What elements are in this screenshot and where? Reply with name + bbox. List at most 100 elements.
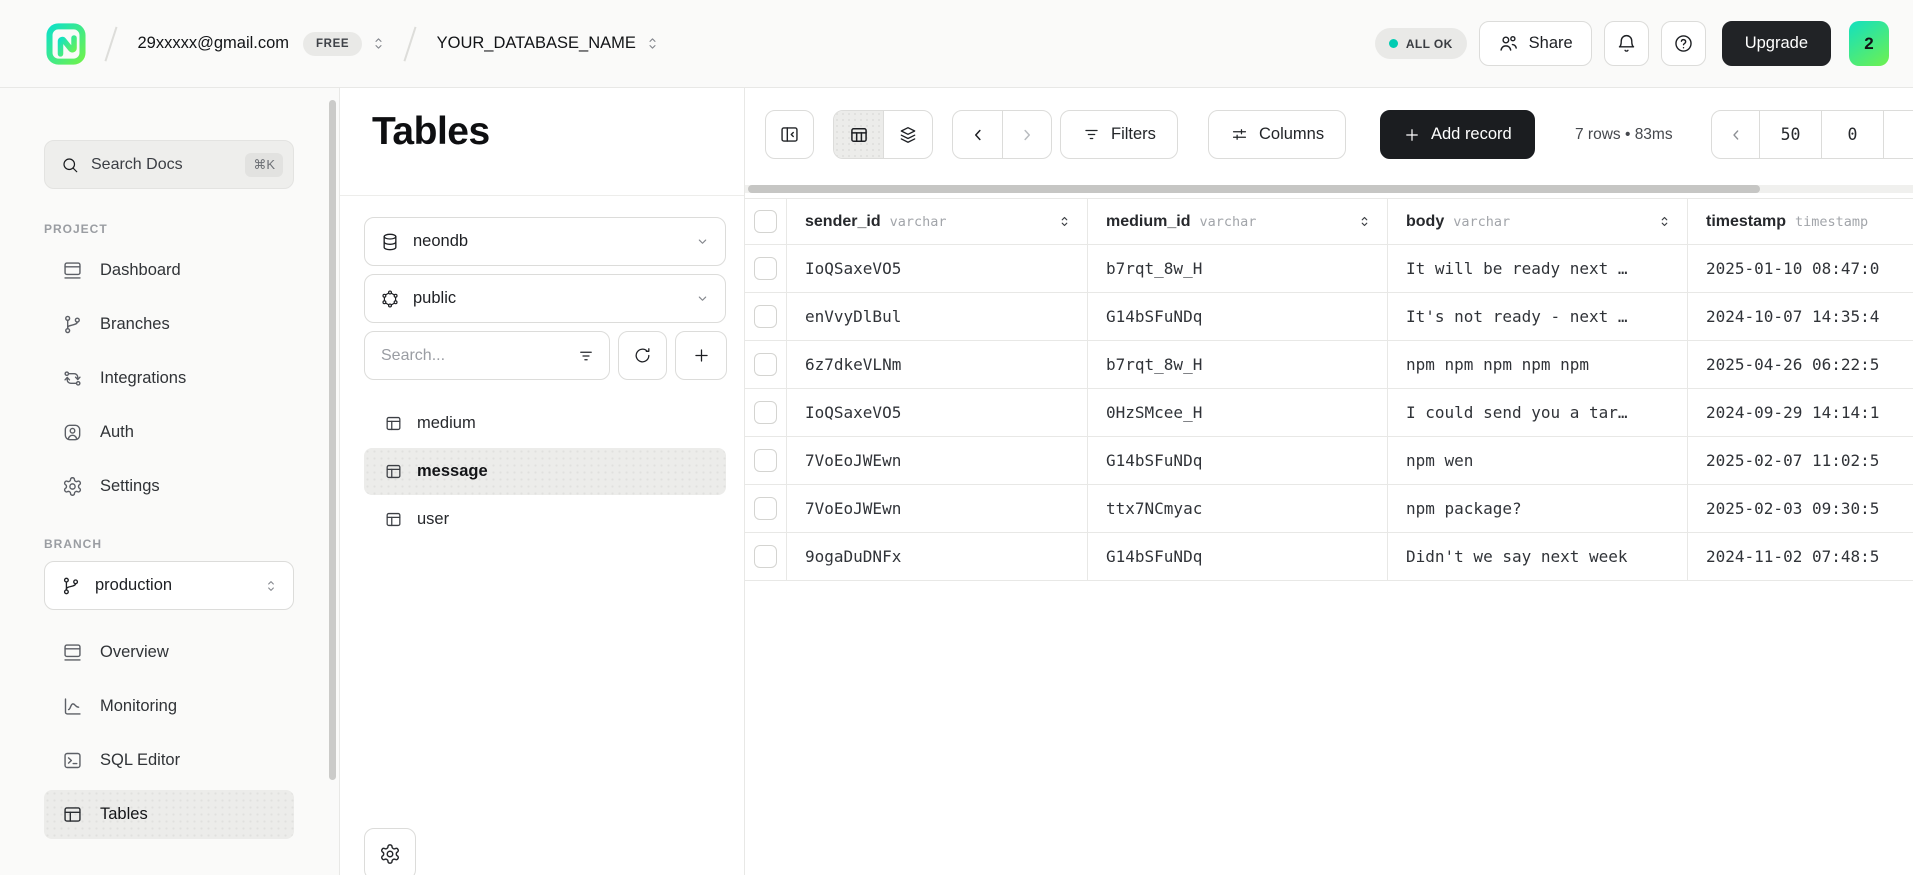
status-badge[interactable]: ALL OK [1375, 28, 1467, 59]
filters-button[interactable]: Filters [1060, 110, 1178, 159]
cell-body[interactable]: It will be ready next … [1388, 245, 1688, 293]
layers-view-button[interactable] [883, 111, 932, 158]
database-selector-icon[interactable] [644, 35, 661, 52]
help-button[interactable] [1661, 21, 1706, 66]
cell-medium-id[interactable]: G14bSFuNDq [1088, 533, 1388, 581]
account-selector-icon[interactable] [370, 35, 387, 52]
database-select[interactable]: neondb [364, 217, 726, 266]
search-docs-button[interactable]: Search Docs ⌘K [44, 140, 294, 189]
cell-body[interactable]: npm wen [1388, 437, 1688, 485]
cell-body[interactable]: Didn't we say next week [1388, 533, 1688, 581]
cell-timestamp[interactable]: 2024-11-02 07:48:5 [1688, 533, 1913, 581]
cell-medium-id[interactable]: b7rqt_8w_H [1088, 341, 1388, 389]
breadcrumb-database[interactable]: YOUR_DATABASE_NAME [437, 34, 636, 53]
cell-medium-id[interactable]: G14bSFuNDq [1088, 293, 1388, 341]
row-checkbox[interactable] [754, 545, 777, 568]
sidebar-item-auth[interactable]: Auth [44, 408, 294, 457]
add-record-button[interactable]: Add record [1380, 110, 1535, 159]
pagination-prev-button[interactable] [1712, 111, 1759, 158]
row-checkbox[interactable] [754, 257, 777, 280]
schema-select[interactable]: public [364, 274, 726, 323]
sidebar-scrollbar[interactable] [329, 100, 336, 780]
cell-body[interactable]: npm npm npm npm npm [1388, 341, 1688, 389]
row-select-cell [745, 389, 787, 437]
cell-sender-id[interactable]: 7VoEoJWEwn [787, 437, 1088, 485]
row-checkbox[interactable] [754, 401, 777, 424]
notification-count-badge[interactable]: 2 [1849, 21, 1889, 66]
sidebar-item-overview[interactable]: Overview [44, 628, 294, 677]
table-list-item-message[interactable]: message [364, 448, 726, 495]
sidebar-item-tables[interactable]: Tables [44, 790, 294, 839]
columns-button[interactable]: Columns [1208, 110, 1346, 159]
sidebar-item-branches[interactable]: Branches [44, 300, 294, 349]
cell-sender-id[interactable]: IoQSaxeVO5 [787, 245, 1088, 293]
notifications-button[interactable] [1604, 21, 1649, 66]
table-search-input[interactable] [381, 347, 577, 365]
column-header-medium-id[interactable]: medium_id varchar [1088, 199, 1388, 245]
chevron-down-icon [694, 233, 711, 250]
sidebar-item-sql-editor[interactable]: SQL Editor [44, 736, 294, 785]
horizontal-scrollbar-thumb[interactable] [748, 185, 1760, 193]
cell-medium-id[interactable]: 0HzSMcee_H [1088, 389, 1388, 437]
cell-timestamp[interactable]: 2025-02-03 09:30:5 [1688, 485, 1913, 533]
cell-timestamp[interactable]: 2024-09-29 14:14:1 [1688, 389, 1913, 437]
cell-timestamp[interactable]: 2025-02-07 11:02:5 [1688, 437, 1913, 485]
neon-logo[interactable] [46, 22, 86, 66]
cell-timestamp[interactable]: 2025-01-10 08:47:0 [1688, 245, 1913, 293]
cell-sender-id[interactable]: enVvyDlBul [787, 293, 1088, 341]
pagination-next-button[interactable] [1883, 111, 1913, 158]
table-search[interactable] [364, 331, 610, 380]
cell-timestamp[interactable]: 2024-10-07 14:35:4 [1688, 293, 1913, 341]
sidebar-item-monitoring[interactable]: Monitoring [44, 682, 294, 731]
cell-body[interactable]: It's not ready - next … [1388, 293, 1688, 341]
panel-settings-button[interactable] [364, 828, 416, 875]
share-button[interactable]: Share [1479, 21, 1592, 66]
branches-icon [62, 314, 83, 335]
project-section-title: PROJECT [44, 222, 339, 236]
cell-medium-id[interactable]: ttx7NCmyac [1088, 485, 1388, 533]
row-select-cell [745, 533, 787, 581]
view-mode-toggle [833, 110, 933, 159]
page-offset-value[interactable]: 0 [1821, 111, 1883, 158]
cell-timestamp[interactable]: 2025-04-26 06:22:5 [1688, 341, 1913, 389]
select-all-checkbox[interactable] [754, 210, 777, 233]
sidebar-item-label: Integrations [100, 369, 186, 388]
cell-sender-id[interactable]: 7VoEoJWEwn [787, 485, 1088, 533]
cell-body[interactable]: I could send you a tar… [1388, 389, 1688, 437]
row-checkbox[interactable] [754, 305, 777, 328]
share-label: Share [1529, 34, 1573, 53]
column-header-body[interactable]: body varchar [1388, 199, 1688, 245]
cell-medium-id[interactable]: b7rqt_8w_H [1088, 245, 1388, 293]
sidebar-item-dashboard[interactable]: Dashboard [44, 246, 294, 295]
sql-editor-icon [62, 750, 83, 771]
cell-sender-id[interactable]: 6z7dkeVLNm [787, 341, 1088, 389]
grid-view-button[interactable] [834, 111, 883, 158]
refresh-tables-button[interactable] [618, 331, 667, 380]
sidebar-item-integrations[interactable]: Integrations [44, 354, 294, 403]
column-header-sender-id[interactable]: sender_id varchar [787, 199, 1088, 245]
collapse-panel-button[interactable] [765, 110, 814, 159]
row-select-cell [745, 293, 787, 341]
cell-sender-id[interactable]: IoQSaxeVO5 [787, 389, 1088, 437]
row-checkbox[interactable] [754, 449, 777, 472]
cell-sender-id[interactable]: 9ogaDuDNFx [787, 533, 1088, 581]
column-header-timestamp[interactable]: timestamp timestamp [1688, 199, 1913, 245]
row-checkbox[interactable] [754, 353, 777, 376]
cell-medium-id[interactable]: G14bSFuNDq [1088, 437, 1388, 485]
horizontal-scrollbar-track[interactable] [745, 185, 1913, 193]
dashboard-icon [62, 260, 83, 281]
back-button[interactable] [953, 111, 1002, 158]
sidebar-item-settings[interactable]: Settings [44, 462, 294, 511]
page-size-value[interactable]: 50 [1759, 111, 1821, 158]
cell-body[interactable]: npm package? [1388, 485, 1688, 533]
forward-button[interactable] [1002, 111, 1051, 158]
branch-selector[interactable]: production [44, 561, 294, 610]
upgrade-button[interactable]: Upgrade [1722, 21, 1831, 66]
sort-icon [1056, 213, 1073, 230]
breadcrumb-account[interactable]: 29xxxxx@gmail.com [138, 34, 290, 53]
row-checkbox[interactable] [754, 497, 777, 520]
add-table-button[interactable] [675, 331, 727, 380]
table-list-item-user[interactable]: user [364, 496, 726, 543]
chevron-left-icon [969, 126, 987, 144]
table-list-item-medium[interactable]: medium [364, 400, 726, 447]
